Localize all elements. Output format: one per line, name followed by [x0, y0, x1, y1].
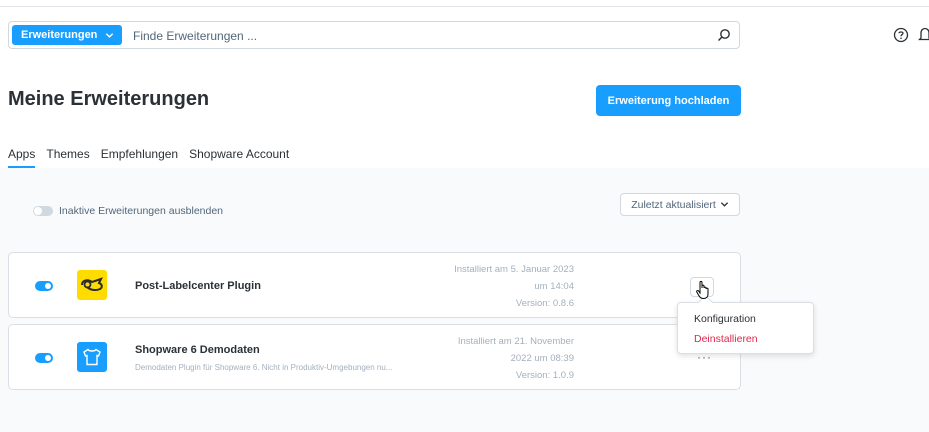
hide-inactive-toggle[interactable]: [33, 206, 53, 216]
tab-themes[interactable]: Themes: [46, 147, 89, 168]
hide-inactive-label: Inaktive Erweiterungen ausblenden: [59, 205, 224, 217]
menu-item-configuration[interactable]: Konfiguration: [694, 313, 756, 325]
installed-date: Installiert am 5. Januar 2023: [454, 264, 574, 275]
extension-name: Shopware 6 Demodaten: [135, 344, 260, 356]
search-input[interactable]: [133, 26, 693, 45]
extension-active-toggle[interactable]: [35, 353, 53, 363]
sort-select-label: Zuletzt aktualisiert: [631, 198, 716, 211]
help-icon[interactable]: [893, 27, 909, 43]
extension-name: Post-Labelcenter Plugin: [135, 280, 261, 292]
hand-cursor-icon: [696, 280, 709, 300]
menu-item-uninstall[interactable]: Deinstallieren: [694, 333, 758, 345]
extension-card: Post-Labelcenter Plugin Installiert am 5…: [8, 252, 741, 318]
sort-select[interactable]: Zuletzt aktualisiert: [620, 193, 740, 216]
post-horn-logo: [77, 270, 107, 300]
extension-version: Version: 1.0.9: [515, 370, 574, 381]
extension-active-toggle[interactable]: [35, 281, 53, 291]
chevron-down-icon: [106, 32, 114, 38]
installed-time: um 14:04: [534, 281, 574, 292]
top-divider: [0, 6, 929, 7]
extension-meta: Installiert am 21. November 2022 um 08:3…: [458, 333, 574, 384]
installed-date: Installiert am 21. November: [457, 336, 574, 347]
extension-version: Version: 0.8.6: [515, 298, 574, 309]
page-title: Meine Erweiterungen: [8, 88, 210, 110]
search-type-dropdown[interactable]: Erweiterungen: [12, 25, 122, 45]
extension-tabs: Apps Themes Empfehlungen Shopware Accoun…: [8, 147, 300, 168]
bell-icon[interactable]: [918, 26, 929, 43]
extension-description: Demodaten Plugin für Shopware 6. Nicht i…: [135, 363, 393, 372]
search-icon[interactable]: [717, 28, 731, 42]
shirt-logo: [77, 342, 107, 372]
tab-apps[interactable]: Apps: [8, 147, 36, 168]
context-menu: Konfiguration Deinstallieren: [677, 302, 814, 354]
chevron-down-icon: [720, 202, 728, 207]
extension-card: Shopware 6 Demodaten Demodaten Plugin fü…: [8, 324, 741, 390]
installed-time: 2022 um 08:39: [510, 353, 574, 364]
tab-shopware-account[interactable]: Shopware Account: [189, 147, 289, 168]
tab-recommendations[interactable]: Empfehlungen: [101, 147, 178, 168]
global-search-bar: Erweiterungen: [8, 21, 740, 49]
search-type-label: Erweiterungen: [21, 29, 98, 41]
extension-meta: Installiert am 5. Januar 2023 um 14:04 V…: [454, 261, 574, 312]
upload-extension-button[interactable]: Erweiterung hochladen: [596, 85, 741, 116]
